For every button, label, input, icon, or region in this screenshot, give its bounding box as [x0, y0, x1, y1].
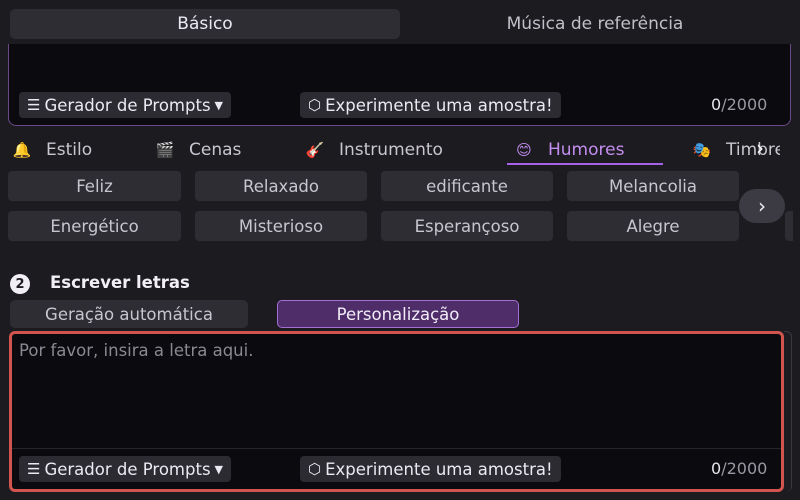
char-count: 0	[711, 95, 722, 114]
mood-chip[interactable]: Misterioso	[195, 211, 367, 241]
active-tab-indicator	[507, 163, 663, 165]
highlight-outline	[9, 331, 784, 492]
category-tab-style[interactable]: 🔔 Estilo	[12, 137, 92, 163]
mood-chip[interactable]: Energético	[8, 211, 181, 241]
mood-chip[interactable]: Melancolia	[567, 171, 739, 201]
guitar-icon: 🎸	[305, 141, 325, 159]
prompt-generator-button[interactable]: ☰ Gerador de Prompts ▼	[19, 92, 232, 118]
mood-chip[interactable]: Alegre	[567, 211, 739, 241]
bell-icon: 🔔	[12, 141, 32, 159]
category-label: Timbre	[726, 140, 780, 160]
prompt-generator-label: Gerador de Prompts	[44, 95, 211, 115]
clapper-icon: 🎬	[155, 141, 175, 159]
category-tab-scenes[interactable]: 🎬 Cenas	[155, 137, 242, 163]
mood-chip[interactable]: Relaxado	[195, 171, 367, 201]
tab-reference-music[interactable]: Música de referência	[400, 9, 790, 39]
lyrics-box-frame	[784, 331, 792, 492]
prompt-list-icon: ☰	[27, 96, 41, 114]
try-sample-button[interactable]: ⬡ Experimente uma amostra!	[300, 92, 561, 118]
cube-icon: ⬡	[308, 96, 322, 114]
next-moods-button[interactable]: ›	[739, 189, 785, 223]
auto-generation-button[interactable]: Geração automática	[10, 300, 248, 328]
char-counter: 0/2000	[711, 95, 767, 114]
mood-chip-partial[interactable]	[785, 211, 793, 241]
category-tab-instrument[interactable]: 🎸 Instrumento	[305, 137, 443, 163]
category-overflow-clip: 🎭 Timbre	[692, 130, 780, 170]
category-label: Cenas	[189, 140, 242, 160]
category-label: Humores	[548, 140, 625, 160]
mood-chip[interactable]: edificante	[381, 171, 553, 201]
caret-down-icon: ▼	[214, 98, 224, 112]
step-number-badge: 2	[10, 274, 30, 294]
mood-chip[interactable]: Esperançoso	[381, 211, 553, 241]
try-sample-label: Experimente uma amostra!	[325, 95, 553, 115]
voice-icon: 🎭	[692, 141, 712, 159]
chevron-right-icon[interactable]: ›	[756, 136, 764, 160]
category-label: Instrumento	[339, 140, 443, 160]
char-max: /2000	[721, 95, 768, 114]
top-tabs: Básico Música de referência	[0, 0, 800, 48]
category-label: Estilo	[46, 140, 93, 160]
section-title: Escrever letras	[50, 273, 190, 292]
category-tab-moods[interactable]: 😊 Humores	[514, 137, 624, 163]
mood-chip[interactable]: Feliz	[8, 171, 181, 201]
chevron-right-icon: ›	[758, 194, 766, 218]
smile-icon: 😊	[516, 141, 532, 159]
category-tab-timbre[interactable]: 🎭 Timbre	[692, 137, 780, 163]
tab-basic[interactable]: Básico	[10, 9, 400, 39]
customization-button[interactable]: Personalização	[277, 300, 519, 328]
